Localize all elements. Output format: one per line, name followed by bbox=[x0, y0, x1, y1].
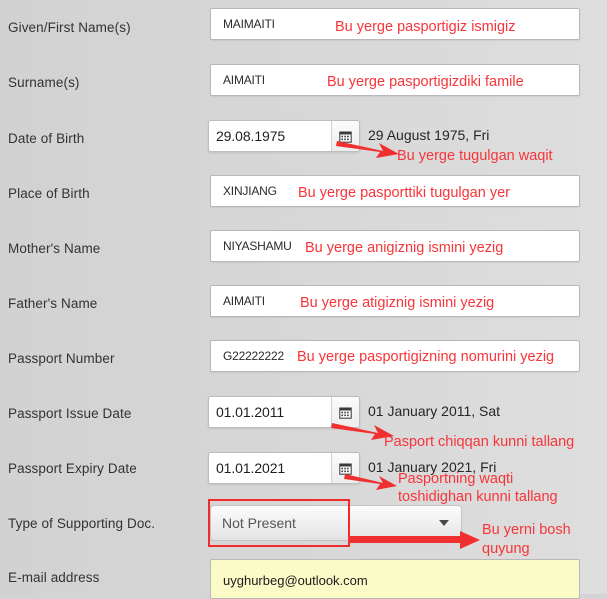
label-passport-issue-date: Passport Issue Date bbox=[8, 406, 132, 421]
annotation-place-of-birth: Bu yerge pasporttiki tugulgan yer bbox=[298, 185, 510, 201]
input-passport-issue-date-value: 01.01.2011 bbox=[216, 404, 285, 420]
input-surname-value: AIMAITI bbox=[223, 73, 265, 87]
label-passport-number: Passport Number bbox=[8, 351, 115, 366]
arrow-passport-expiry-date bbox=[344, 474, 397, 490]
label-given-name: Given/First Name(s) bbox=[8, 20, 131, 35]
input-email-address[interactable]: uyghurbeg@outlook.com bbox=[210, 559, 580, 599]
label-passport-expiry-date: Passport Expiry Date bbox=[8, 461, 137, 476]
input-given-name-value: MAIMAITI bbox=[223, 17, 275, 31]
annotation-passport-expiry-date-line2: toshidighan kunni tallang bbox=[398, 489, 558, 505]
input-passport-expiry-date[interactable]: 01.01.2021 bbox=[208, 452, 360, 484]
annotation-fathers-name: Bu yerge atigiznig ismini yezig bbox=[300, 295, 495, 311]
input-place-of-birth-value: XINJIANG bbox=[223, 184, 277, 198]
annotation-type-of-supporting-doc-line1: Bu yerni bosh bbox=[482, 522, 571, 538]
input-passport-expiry-date-value: 01.01.2021 bbox=[216, 460, 286, 476]
arrow-type-of-supporting-doc bbox=[348, 531, 480, 549]
label-fathers-name: Father's Name bbox=[8, 296, 98, 311]
input-date-of-birth-value: 29.08.1975 bbox=[216, 128, 286, 144]
passport-application-form: Given/First Name(s) MAIMAITI Bu yerge pa… bbox=[0, 0, 607, 599]
annotation-type-of-supporting-doc-line2: quyung bbox=[482, 541, 530, 557]
annotation-given-name: Bu yerge pasportigiz ismigiz bbox=[335, 19, 516, 35]
annotation-surname: Bu yerge pasportigizdiki famile bbox=[327, 74, 524, 90]
annotation-mothers-name: Bu yerge anigiznig ismini yezig bbox=[305, 240, 504, 256]
highlight-box-type-of-supporting-doc bbox=[208, 499, 350, 547]
label-date-of-birth: Date of Birth bbox=[8, 131, 85, 146]
input-fathers-name-value: AIMAITI bbox=[223, 294, 265, 308]
annotation-passport-expiry-date-line1: Pasportning waqti bbox=[398, 471, 514, 487]
input-email-address-value: uyghurbeg@outlook.com bbox=[223, 573, 368, 588]
label-place-of-birth: Place of Birth bbox=[8, 186, 90, 201]
calendar-icon bbox=[339, 407, 352, 419]
annotation-date-of-birth: Bu yerge tugulgan waqit bbox=[397, 148, 553, 164]
arrow-date-of-birth bbox=[336, 141, 399, 158]
label-email-address: E-mail address bbox=[8, 570, 100, 585]
label-type-of-supporting-doc: Type of Supporting Doc. bbox=[8, 516, 156, 531]
label-surname: Surname(s) bbox=[8, 75, 80, 90]
label-mothers-name: Mother's Name bbox=[8, 241, 101, 256]
annotation-passport-issue-date: Pasport chiqqan kunni tallang bbox=[384, 434, 575, 450]
annotation-passport-number: Bu yerge pasportigizning nomurini yezig bbox=[297, 349, 555, 365]
input-passport-number-value: G22222222 bbox=[223, 349, 284, 363]
chevron-down-icon[interactable] bbox=[439, 520, 449, 526]
readout-passport-issue-date: 01 January 2011, Sat bbox=[368, 403, 501, 419]
input-mothers-name-value: NIYASHAMU bbox=[223, 239, 292, 253]
